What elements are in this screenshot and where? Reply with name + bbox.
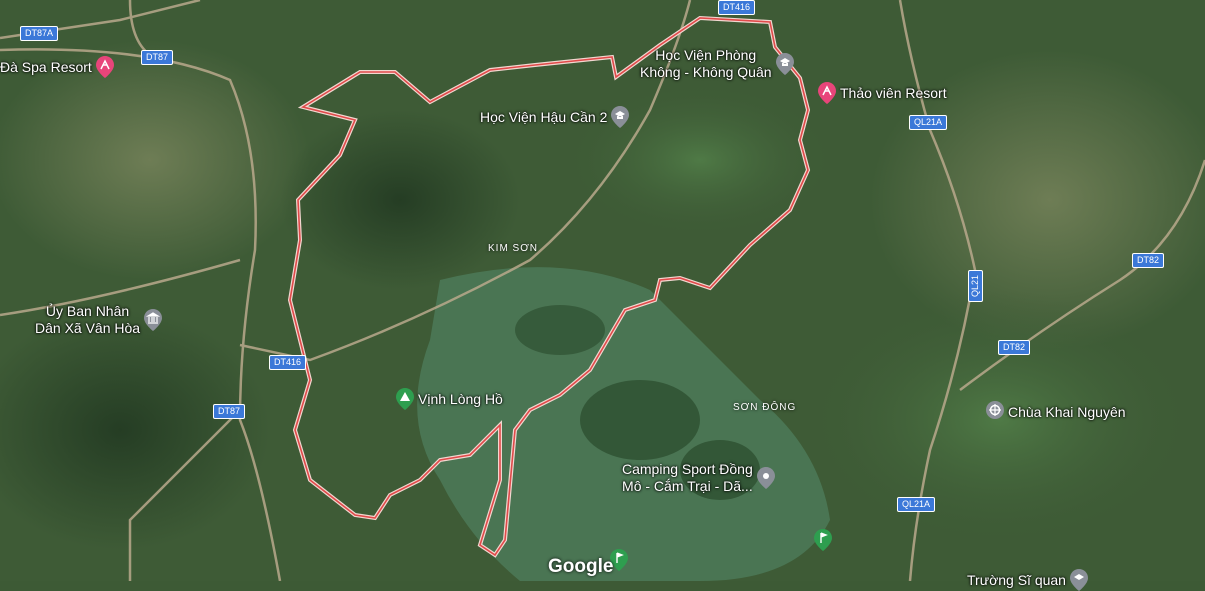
google-logo: Google: [548, 556, 614, 577]
poi-golf-1[interactable]: [814, 529, 832, 551]
road-shield-dt82: DT82: [1132, 253, 1165, 268]
poi-thao-vien-resort[interactable]: Thảo viên Resort: [818, 82, 947, 104]
place-label-kim-son: KIM SƠN: [488, 243, 539, 254]
school-icon: [775, 53, 794, 75]
resort-icon: [95, 56, 114, 78]
poi-da-spa-resort[interactable]: Đà Spa Resort: [0, 56, 114, 78]
road-shield-ql21a: QL21A: [897, 497, 936, 512]
poi-vinh-long-ho[interactable]: Vịnh Lòng Hồ: [396, 388, 503, 410]
road-shield-dt87: DT87: [141, 50, 174, 65]
camping-icon: [756, 467, 775, 489]
poi-truong-si-quan[interactable]: Trường Sĩ quan: [967, 569, 1088, 591]
school-icon: [611, 106, 630, 128]
poi-hoc-vien-phong-khong[interactable]: Học Viện Phòng Không - Không Quân: [640, 47, 794, 81]
road-shield-dt87a: DT87A: [20, 26, 59, 41]
road-shield-dt416: DT416: [718, 0, 756, 15]
park-icon: [396, 388, 414, 410]
school-icon: [1069, 569, 1088, 591]
temple-icon: [986, 401, 1004, 419]
resort-icon: [818, 82, 836, 104]
poi-camping-sport[interactable]: Camping Sport Đồng Mô - Cắm Trại - Dã...: [622, 461, 775, 495]
road-shield-dt87: DT87: [213, 404, 246, 419]
poi-chua-khai-nguyen[interactable]: Chùa Khai Nguyên: [986, 401, 1126, 423]
place-label-son-dong: SƠN ĐÔNG: [733, 402, 797, 413]
road-shield-dt416: DT416: [269, 355, 307, 370]
road-shield-ql21a: QL21A: [909, 115, 948, 130]
poi-hoc-vien-hau-can[interactable]: Học Viện Hậu Cần 2: [480, 106, 630, 128]
road-shield-ql21: QL21: [968, 270, 983, 303]
road-shield-dt82: DT82: [998, 340, 1031, 355]
satellite-map[interactable]: [0, 0, 1205, 581]
poi-uy-ban[interactable]: Ủy Ban Nhân Dân Xã Vân Hòa: [35, 303, 163, 337]
government-icon: [144, 309, 163, 331]
golf-icon: [814, 529, 832, 551]
